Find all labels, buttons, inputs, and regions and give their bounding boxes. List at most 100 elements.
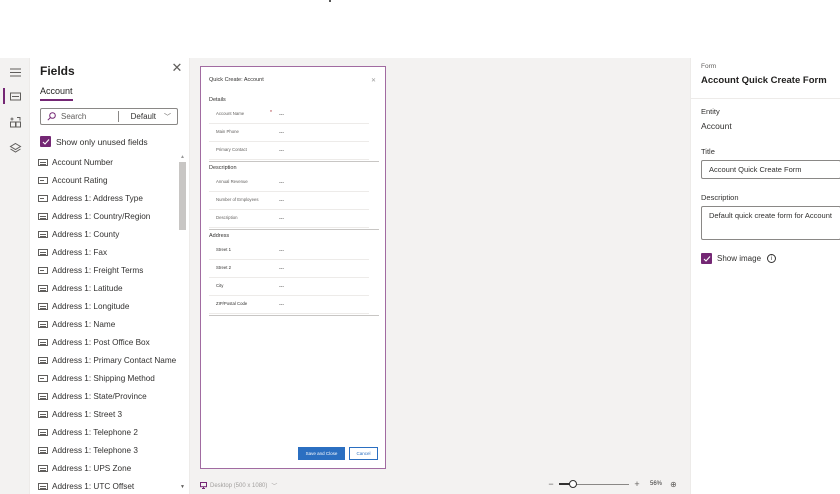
text-field-icon: [38, 302, 48, 310]
form-field-label: Account Name: [216, 111, 245, 116]
field-search-box[interactable]: Search Default ﹀: [40, 108, 178, 125]
field-list: Account Number Account Rating Address 1: A…: [38, 153, 178, 494]
save-and-close-button[interactable]: Save and Close: [298, 447, 345, 460]
field-list-item[interactable]: Address 1: Telephone 2: [38, 423, 178, 441]
zoom-control: − + 56% ⊕: [546, 479, 677, 489]
show-unused-checkbox[interactable]: Show only unused fields: [40, 136, 148, 147]
field-list-item-label: Address 1: Latitude: [52, 283, 123, 293]
device-selector[interactable]: Desktop (500 x 1080) ﹀: [200, 481, 277, 490]
scroll-thumb[interactable]: [179, 162, 186, 230]
option-set-icon: [38, 266, 48, 274]
form-field-row[interactable]: Street 1 ---: [209, 242, 369, 260]
scroll-down-icon[interactable]: ▼: [178, 484, 187, 490]
field-list-item[interactable]: Address 1: Street 3: [38, 405, 178, 423]
canvas-bottom-bar: Desktop (500 x 1080) ﹀ − + 56% ⊕: [190, 478, 690, 494]
form-field-value: ---: [279, 198, 284, 204]
zoom-in-button[interactable]: +: [632, 479, 642, 489]
form-field-label: ZIP/Postal Code: [216, 301, 248, 306]
fields-scrollbar[interactable]: ▲ ▼: [178, 154, 187, 494]
title-input[interactable]: [701, 160, 840, 179]
section-divider: [209, 315, 379, 316]
field-list-item-label: Address 1: Freight Terms: [52, 265, 144, 275]
form-section-header[interactable]: Address: [209, 233, 229, 239]
entity-value: Account: [701, 121, 732, 131]
field-list-item[interactable]: Address 1: Fax: [38, 243, 178, 261]
cancel-button[interactable]: Cancel: [349, 447, 378, 460]
form-field-row[interactable]: City ---: [209, 278, 369, 296]
field-list-item-label: Address 1: Telephone 2: [52, 427, 138, 437]
form-field-value: ---: [279, 112, 284, 118]
field-list-item[interactable]: Address 1: State/Province: [38, 387, 178, 405]
field-list-item[interactable]: Address 1: Country/Region: [38, 207, 178, 225]
chevron-down-icon: ﹀: [164, 113, 171, 121]
fit-to-screen-icon[interactable]: ⊕: [670, 480, 677, 489]
form-preview[interactable]: Quick Create: Account ✕ Save and Close C…: [200, 66, 386, 469]
components-rail-icon[interactable]: [0, 110, 30, 134]
form-field-value: ---: [279, 148, 284, 154]
search-input[interactable]: Search: [61, 112, 118, 121]
description-textarea[interactable]: Default quick create form for Account: [701, 206, 840, 240]
show-image-checkbox[interactable]: Show image i: [701, 253, 777, 264]
field-list-item-label: Address 1: Longitude: [52, 301, 130, 311]
search-icon: [47, 112, 56, 121]
field-list-item[interactable]: Address 1: Telephone 3: [38, 441, 178, 459]
field-list-item[interactable]: Address 1: Name: [38, 315, 178, 333]
close-icon[interactable]: ✕: [170, 61, 184, 75]
section-divider: [209, 161, 379, 162]
form-field-label: Annual Revenue: [216, 179, 248, 184]
field-list-item[interactable]: Account Number: [38, 153, 178, 171]
scroll-up-icon[interactable]: ▲: [178, 154, 187, 160]
option-set-icon: [38, 176, 48, 184]
form-field-label: Primary Contact: [216, 147, 247, 152]
text-field-icon: [38, 248, 48, 256]
entity-label: Entity: [701, 107, 720, 116]
device-label: Desktop (500 x 1080): [210, 482, 268, 489]
close-icon[interactable]: ✕: [371, 77, 376, 84]
text-field-icon: [38, 482, 48, 490]
field-list-item[interactable]: Address 1: County: [38, 225, 178, 243]
field-list-item[interactable]: Address 1: Post Office Box: [38, 333, 178, 351]
field-list-item[interactable]: Address 1: UTC Offset: [38, 477, 178, 494]
chevron-down-icon: ﹀: [271, 484, 278, 490]
form-field-row[interactable]: Account Name * ---: [209, 106, 369, 124]
form-field-value: ---: [279, 130, 284, 136]
field-list-item[interactable]: Address 1: Longitude: [38, 297, 178, 315]
info-icon[interactable]: i: [767, 254, 777, 263]
hamburger-menu-icon[interactable]: [0, 60, 30, 84]
field-list-item[interactable]: Address 1: Primary Contact Name: [38, 351, 178, 369]
field-list-item-label: Address 1: Name: [52, 319, 116, 329]
field-list-item[interactable]: Address 1: Freight Terms: [38, 261, 178, 279]
zoom-slider[interactable]: [559, 479, 629, 489]
field-list-item-label: Address 1: Shipping Method: [52, 373, 155, 383]
form-section-header[interactable]: Description: [209, 165, 237, 171]
form-field-row[interactable]: Number of Employees ---: [209, 192, 369, 210]
field-list-item[interactable]: Account Rating: [38, 171, 178, 189]
show-unused-label: Show only unused fields: [56, 136, 148, 147]
form-field-row[interactable]: Description ---: [209, 210, 369, 228]
properties-title: Account Quick Create Form: [701, 75, 827, 86]
decorative-dot: [329, 0, 331, 2]
form-field-row[interactable]: Annual Revenue ---: [209, 174, 369, 192]
field-list-item[interactable]: Address 1: UPS Zone: [38, 459, 178, 477]
fields-panel-title: Fields: [40, 64, 75, 78]
field-list-item-label: Address 1: Primary Contact Name: [52, 355, 177, 365]
field-list-item[interactable]: Address 1: Shipping Method: [38, 369, 178, 387]
form-field-row[interactable]: Street 2 ---: [209, 260, 369, 278]
zoom-out-button[interactable]: −: [546, 479, 556, 489]
section-divider: [209, 229, 379, 230]
zoom-slider-thumb[interactable]: [569, 480, 577, 488]
monitor-icon: [200, 482, 207, 489]
form-field-row[interactable]: ZIP/Postal Code ---: [209, 296, 369, 314]
filter-dropdown[interactable]: Default ﹀: [119, 112, 177, 122]
layers-rail-icon[interactable]: [0, 136, 30, 160]
properties-kind: Form: [701, 63, 717, 70]
field-list-item[interactable]: Address 1: Latitude: [38, 279, 178, 297]
field-list-item[interactable]: Address 1: Address Type: [38, 189, 178, 207]
tab-account[interactable]: Account: [40, 86, 73, 101]
text-field-icon: [38, 392, 48, 400]
form-field-row[interactable]: Main Phone ---: [209, 124, 369, 142]
fields-rail-icon[interactable]: [0, 84, 30, 108]
field-list-item-label: Address 1: Street 3: [52, 409, 123, 419]
form-section-header[interactable]: Details: [209, 97, 226, 103]
form-field-row[interactable]: Primary Contact ---: [209, 142, 369, 160]
